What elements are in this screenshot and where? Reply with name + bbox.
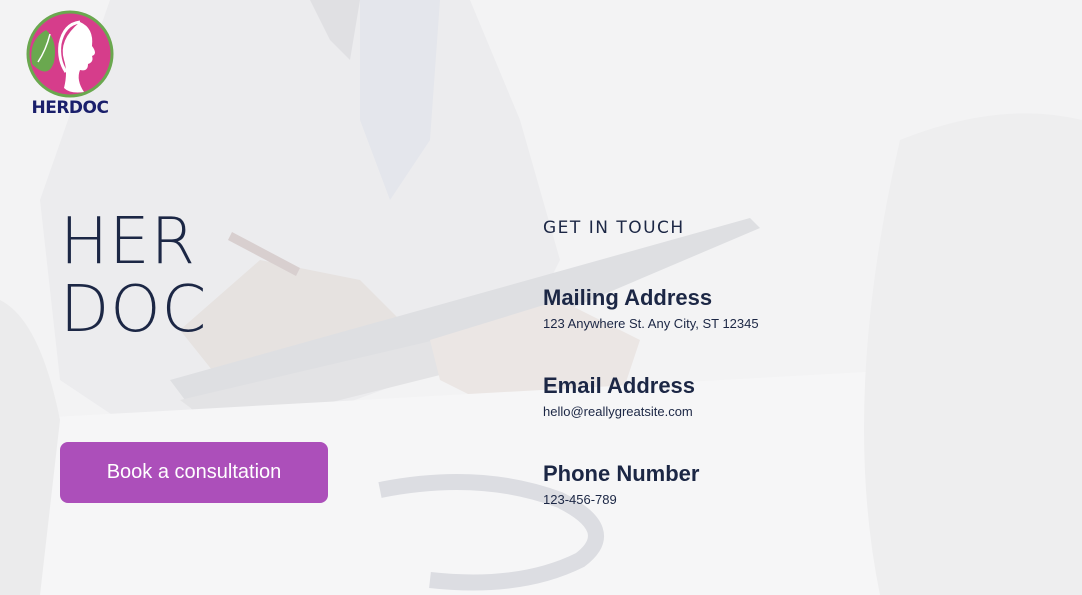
email-address-label: Email Address [543, 373, 696, 398]
phone-number-block: Phone Number 123-456-789 [543, 460, 903, 508]
page-title-line-2: DOC [60, 273, 208, 347]
phone-number-value[interactable]: 123-456-789 [543, 491, 903, 508]
mailing-address-block: Mailing Address 123 Anywhere St. Any Cit… [543, 284, 903, 332]
page-title: HER DOC [60, 208, 300, 344]
mailing-address-label: Mailing Address [543, 285, 713, 310]
page-title-line-1: HER [60, 205, 197, 279]
logo-text: HERDOC [31, 98, 109, 118]
book-consultation-button[interactable]: Book a consultation [60, 442, 328, 503]
mailing-address-value: 123 Anywhere St. Any City, ST 12345 [543, 316, 759, 331]
brand-logo[interactable]: HERDOC [24, 10, 116, 122]
woman-profile-leaf-logo-icon [26, 10, 114, 98]
phone-number-label: Phone Number [543, 461, 700, 486]
contact-heading: GET IN TOUCH [543, 218, 685, 238]
email-address-value[interactable]: hello@reallygreatsite.com [543, 403, 903, 420]
email-address-block: Email Address hello@reallygreatsite.com [543, 372, 903, 420]
contact-section: GET IN TOUCH Mailing Address 123 Anywher… [543, 218, 903, 548]
